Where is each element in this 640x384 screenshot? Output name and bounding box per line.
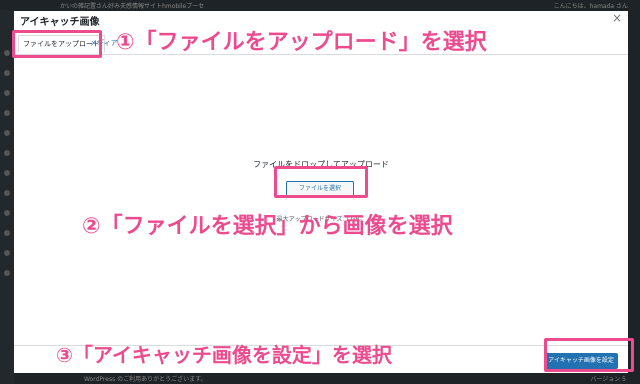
- menu-icon[interactable]: [4, 170, 10, 176]
- menu-icon[interactable]: [4, 50, 10, 56]
- upload-dropzone[interactable]: ファイルをドロップしてアップロード ファイルを選択 最大アップロードサイズ: 1…: [14, 55, 628, 345]
- menu-icon[interactable]: [4, 70, 10, 76]
- admin-bar: かいの雑記置さん好み夫感情報サイトhmobileプーセ こんにちは、hamada…: [0, 0, 640, 10]
- modal-title: アイキャッチ画像: [20, 17, 100, 28]
- menu-icon[interactable]: [4, 210, 10, 216]
- admin-bar-user[interactable]: こんにちは、hamada さん: [554, 1, 628, 10]
- menu-icon[interactable]: [4, 130, 10, 136]
- highlight-set-button: [544, 338, 634, 372]
- footer-thanks: WordPress のご利用ありがとうございます。: [84, 376, 207, 383]
- highlight-select-button: [274, 166, 368, 198]
- annotation-step-2: ②「ファイルを選択」から画像を選択: [82, 214, 453, 239]
- annotation-step-1: ①「ファイルをアップロード」を選択: [116, 30, 487, 55]
- menu-icon[interactable]: [4, 270, 10, 276]
- menu-icon[interactable]: [4, 150, 10, 156]
- footer-version: バージョン 5: [590, 376, 626, 383]
- menu-icon[interactable]: [4, 250, 10, 256]
- admin-sidebar: [0, 10, 14, 384]
- menu-icon[interactable]: [4, 230, 10, 236]
- annotation-step-3: ③「アイキャッチ画像を設定」を選択: [56, 343, 392, 367]
- close-icon[interactable]: ×: [612, 11, 622, 25]
- menu-icon[interactable]: [4, 110, 10, 116]
- menu-icon[interactable]: [4, 190, 10, 196]
- highlight-upload-tab: [12, 30, 102, 58]
- admin-bar-site[interactable]: かいの雑記置さん好み夫感情報サイトhmobileプーセ: [60, 1, 204, 10]
- menu-icon[interactable]: [4, 90, 10, 96]
